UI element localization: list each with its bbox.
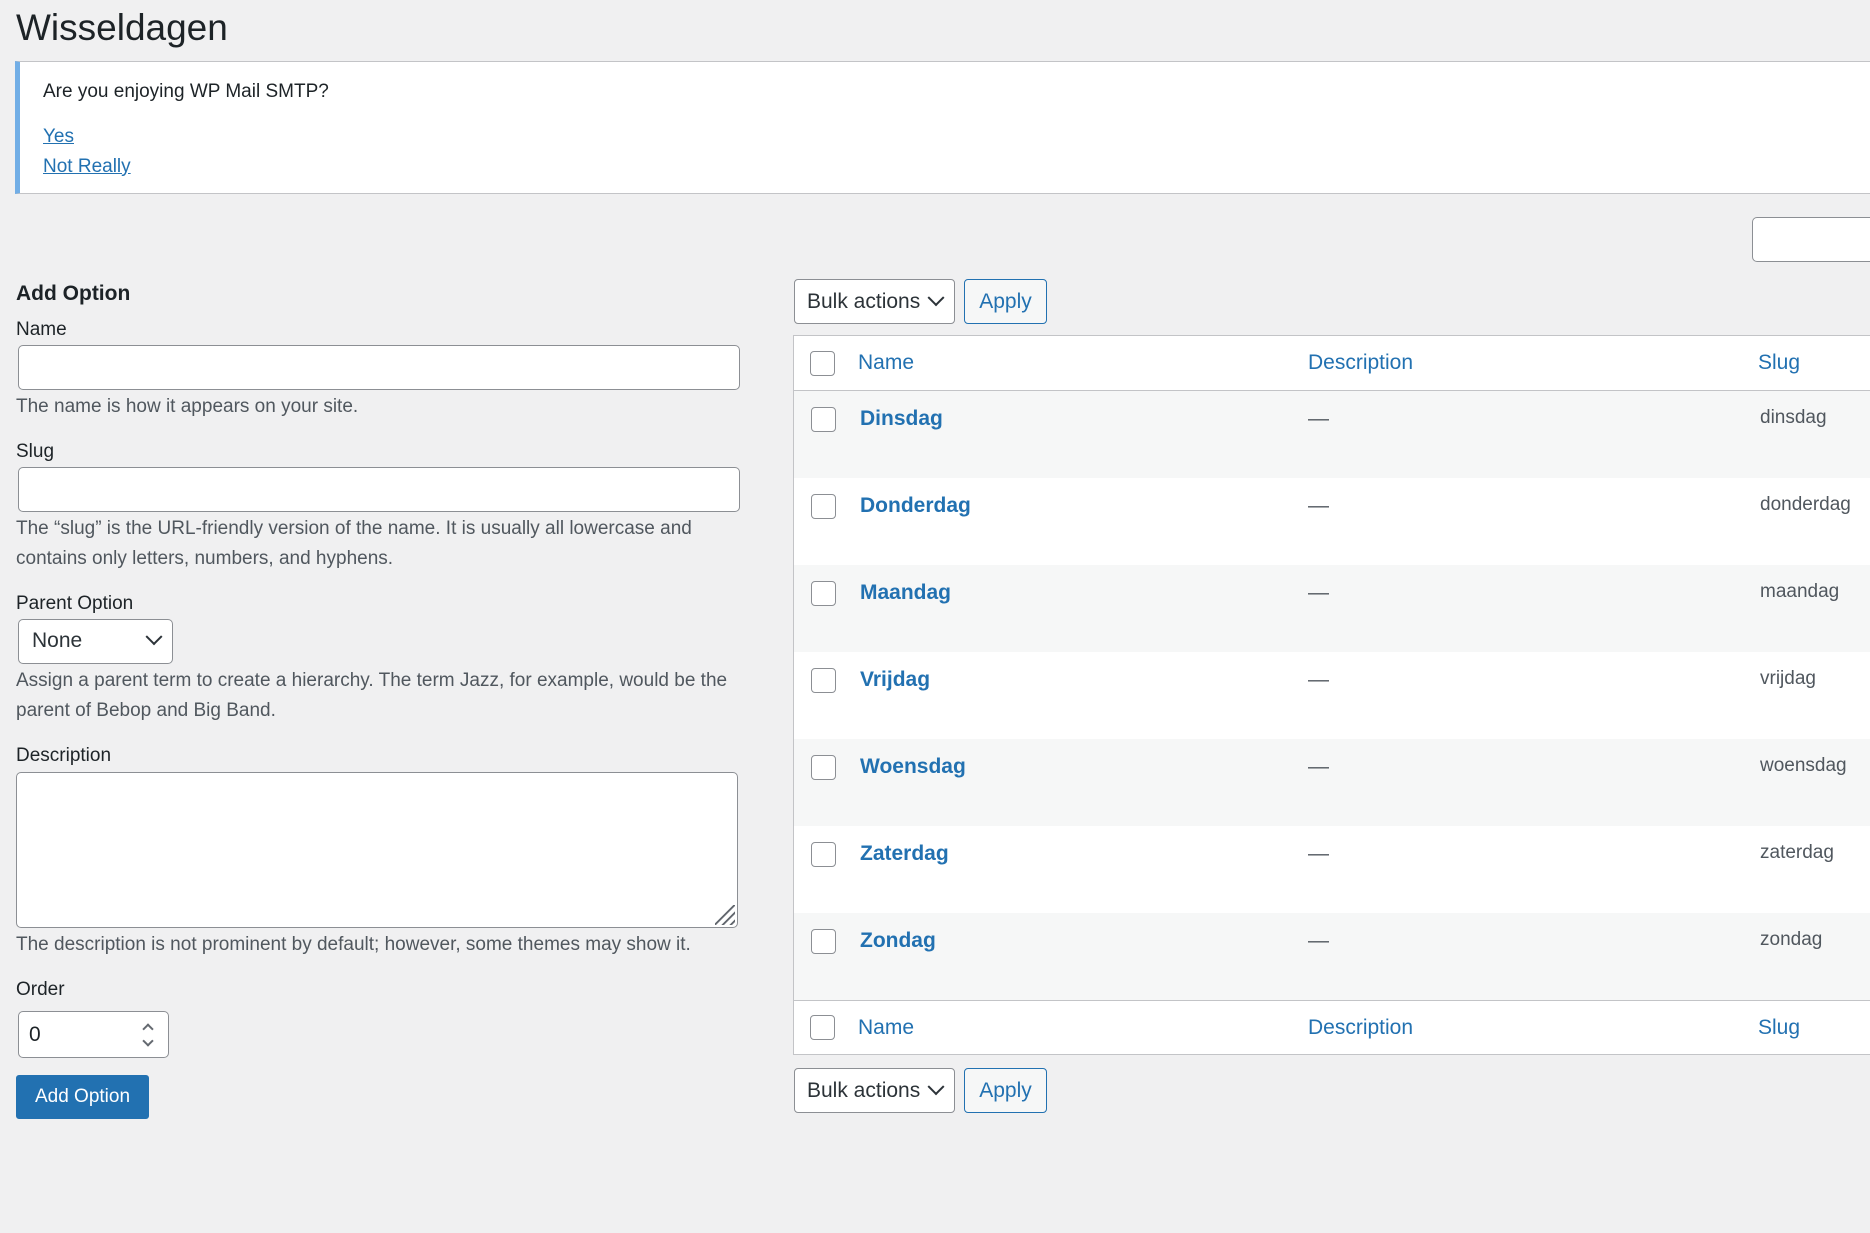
column-footer-slug[interactable]: Slug — [1758, 1016, 1800, 1039]
table-row: Zondag — zondag — [794, 913, 1870, 1000]
table-row: Donderdag — donderdag — [794, 478, 1870, 565]
table-header: Name Description Slug — [794, 336, 1870, 391]
term-description: — — [1308, 668, 1329, 691]
name-field[interactable] — [18, 345, 740, 391]
slug-field[interactable] — [18, 466, 740, 512]
name-label: Name — [16, 319, 67, 341]
chevron-down-icon — [927, 1077, 945, 1095]
column-header-name[interactable]: Name — [858, 351, 914, 374]
term-name-link[interactable]: Woensdag — [860, 755, 966, 778]
order-label: Order — [16, 979, 65, 1001]
term-description: — — [1308, 407, 1329, 430]
parent-option-label: Parent Option — [16, 592, 134, 614]
row-checkbox[interactable] — [811, 668, 836, 693]
row-checkbox[interactable] — [811, 494, 836, 519]
table-row: Zaterdag — zaterdag — [794, 826, 1870, 913]
row-checkbox[interactable] — [811, 755, 836, 780]
bulk-actions-bottom: Bulk actions Apply — [794, 1068, 1047, 1113]
notice-question: Are you enjoying WP Mail SMTP? — [43, 81, 329, 102]
description-label: Description — [16, 744, 112, 766]
term-description: — — [1308, 842, 1329, 865]
term-description: — — [1308, 581, 1329, 604]
add-option-button[interactable]: Add Option — [16, 1075, 149, 1120]
term-name-link[interactable]: Donderdag — [860, 494, 971, 517]
column-header-description[interactable]: Description — [1308, 351, 1413, 374]
feedback-notice: Are you enjoying WP Mail SMTP? Yes Not R… — [15, 61, 1870, 194]
table-row: Maandag — maandag — [794, 565, 1870, 652]
term-slug: maandag — [1760, 581, 1840, 602]
notice-yes-link[interactable]: Yes — [43, 122, 74, 152]
order-value: 0 — [29, 1022, 41, 1046]
description-textarea[interactable] — [16, 772, 738, 929]
chevron-down-icon — [145, 628, 163, 646]
row-checkbox[interactable] — [811, 842, 836, 867]
search-input[interactable] — [1752, 217, 1870, 262]
select-all-checkbox[interactable] — [810, 350, 835, 376]
chevron-down-icon — [927, 288, 945, 306]
parent-help-text: Assign a parent term to create a hierarc… — [16, 669, 728, 721]
term-description: — — [1308, 755, 1329, 778]
term-description: — — [1308, 494, 1329, 517]
table-row: Woensdag — woensdag — [794, 739, 1870, 826]
bulk-actions-select[interactable]: Bulk actions — [794, 279, 955, 324]
slug-label: Slug — [16, 441, 55, 463]
description-help-text: The description is not prominent by defa… — [16, 934, 691, 956]
bulk-actions-label: Bulk actions — [807, 1078, 921, 1102]
term-slug: woensdag — [1760, 755, 1847, 776]
column-footer-name[interactable]: Name — [858, 1016, 914, 1039]
slug-help-text: The “slug” is the URL-friendly version o… — [16, 517, 692, 569]
term-slug: dinsdag — [1760, 407, 1827, 428]
add-option-form: Add Option Name The name is how it appea… — [16, 280, 741, 1120]
order-stepper[interactable]: 0 — [18, 1011, 169, 1059]
column-footer-description[interactable]: Description — [1308, 1016, 1413, 1039]
term-slug: vrijdag — [1760, 668, 1816, 689]
column-header-slug[interactable]: Slug — [1758, 351, 1800, 374]
parent-option-select[interactable]: None — [18, 618, 173, 664]
row-checkbox[interactable] — [811, 581, 836, 606]
term-slug: donderdag — [1760, 494, 1851, 515]
resize-handle-icon[interactable] — [715, 905, 735, 926]
options-table: Name Description Slug Dinsdag — dinsdag … — [793, 335, 1870, 1055]
bulk-actions-top: Bulk actions Apply — [794, 279, 1047, 324]
page-title: Wisseldagen — [16, 7, 228, 48]
term-name-link[interactable]: Maandag — [860, 581, 951, 604]
row-checkbox[interactable] — [811, 929, 836, 954]
name-help-text: The name is how it appears on your site. — [16, 396, 359, 418]
select-all-checkbox-footer[interactable] — [810, 1015, 835, 1040]
term-slug: zondag — [1760, 929, 1823, 950]
table-row: Dinsdag — dinsdag — [794, 391, 1870, 478]
apply-button[interactable]: Apply — [964, 279, 1047, 324]
table-footer: Name Description Slug — [794, 1000, 1870, 1054]
notice-not-really-link[interactable]: Not Really — [43, 152, 131, 182]
parent-option-value: None — [32, 629, 83, 653]
form-heading: Add Option — [16, 282, 131, 305]
term-name-link[interactable]: Zondag — [860, 929, 936, 952]
table-row: Vrijdag — vrijdag — [794, 652, 1870, 739]
term-name-link[interactable]: Zaterdag — [860, 842, 949, 865]
bulk-actions-label: Bulk actions — [807, 289, 921, 313]
term-name-link[interactable]: Vrijdag — [860, 668, 930, 691]
term-name-link[interactable]: Dinsdag — [860, 407, 943, 430]
row-checkbox[interactable] — [811, 407, 836, 432]
term-description: — — [1308, 929, 1329, 952]
term-slug: zaterdag — [1760, 842, 1834, 863]
bulk-actions-select-bottom[interactable]: Bulk actions — [794, 1068, 955, 1113]
stepper-arrows-icon[interactable] — [138, 1021, 158, 1049]
apply-button-bottom[interactable]: Apply — [964, 1068, 1047, 1113]
